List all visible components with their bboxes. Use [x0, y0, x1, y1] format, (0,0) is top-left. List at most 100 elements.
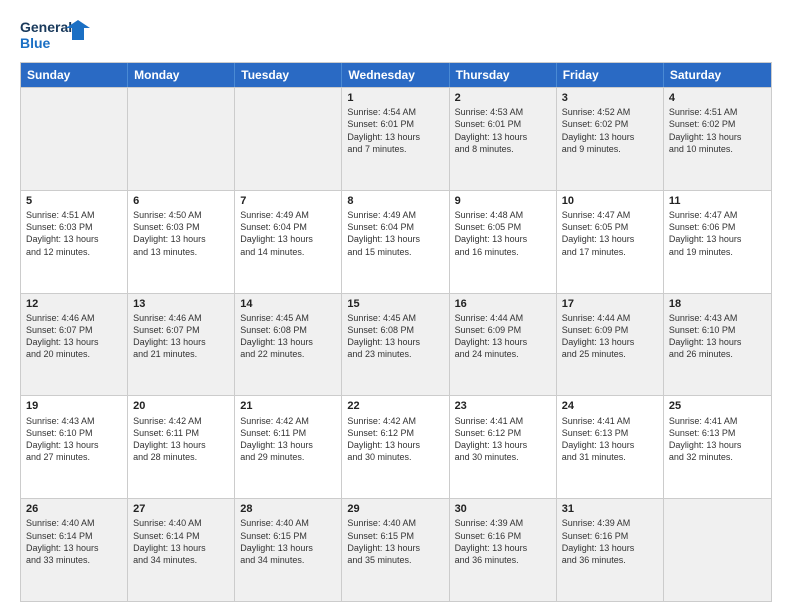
calendar-cell: 25 Sunrise: 4:41 AMSunset: 6:13 PMDayligh… — [664, 396, 771, 498]
day-number: 15 — [347, 297, 443, 311]
cell-info: Sunrise: 4:49 AMSunset: 6:04 PMDaylight:… — [240, 209, 336, 258]
calendar-cell: 11Sunrise: 4:47 AMSunset: 6:06 PMDayligh… — [664, 191, 771, 293]
day-number: 27 — [133, 502, 229, 516]
cell-info: Sunrise: 4:43 AMSunset: 6:10 PMDaylight:… — [26, 415, 122, 464]
calendar-cell: 16Sunrise: 4:44 AMSunset: 6:09 PMDayligh… — [450, 294, 557, 396]
day-number: 18 — [669, 297, 766, 311]
svg-text:General: General — [20, 19, 72, 35]
day-number: 16 — [455, 297, 551, 311]
calendar-cell: 1Sunrise: 4:54 AMSunset: 6:01 PMDaylight… — [342, 88, 449, 190]
calendar-cell: 20 Sunrise: 4:42 AMSunset: 6:11 PMDayligh… — [128, 396, 235, 498]
day-number: 30 — [455, 502, 551, 516]
cell-info: Sunrise: 4:46 AMSunset: 6:07 PMDaylight:… — [26, 312, 122, 361]
calendar-cell: 13Sunrise: 4:46 AMSunset: 6:07 PMDayligh… — [128, 294, 235, 396]
day-number: 24 — [562, 399, 658, 413]
weekday-header: Tuesday — [235, 63, 342, 87]
day-number: 10 — [562, 194, 658, 208]
weekday-header: Thursday — [450, 63, 557, 87]
calendar-cell: 22Sunrise: 4:42 AMSunset: 6:12 PMDayligh… — [342, 396, 449, 498]
calendar-cell: 14Sunrise: 4:45 AMSunset: 6:08 PMDayligh… — [235, 294, 342, 396]
calendar-cell: 19Sunrise: 4:43 AMSunset: 6:10 PMDayligh… — [21, 396, 128, 498]
cell-info: Sunrise: 4:41 AMSunset: 6:13 PMDaylight:… — [562, 415, 658, 464]
cell-info: Sunrise: 4:41 AMSunset: 6:12 PMDaylight:… — [455, 415, 551, 464]
day-number: 28 — [240, 502, 336, 516]
calendar-cell: 31Sunrise: 4:39 AMSunset: 6:16 PMDayligh… — [557, 499, 664, 601]
cell-info: Sunrise: 4:52 AMSunset: 6:02 PMDaylight:… — [562, 106, 658, 155]
weekday-header: Saturday — [664, 63, 771, 87]
day-number: 17 — [562, 297, 658, 311]
day-number: 21 — [240, 399, 336, 413]
calendar-cell: 12Sunrise: 4:46 AMSunset: 6:07 PMDayligh… — [21, 294, 128, 396]
calendar-cell: 26Sunrise: 4:40 AMSunset: 6:14 PMDayligh… — [21, 499, 128, 601]
day-number: 31 — [562, 502, 658, 516]
cell-info: Sunrise: 4:46 AMSunset: 6:07 PMDaylight:… — [133, 312, 229, 361]
day-number: 1 — [347, 91, 443, 105]
calendar-cell: 5Sunrise: 4:51 AMSunset: 6:03 PMDaylight… — [21, 191, 128, 293]
calendar-header: SundayMondayTuesdayWednesdayThursdayFrid… — [21, 63, 771, 87]
calendar-cell: 9Sunrise: 4:48 AMSunset: 6:05 PMDaylight… — [450, 191, 557, 293]
weekday-header: Friday — [557, 63, 664, 87]
calendar-cell: 3Sunrise: 4:52 AMSunset: 6:02 PMDaylight… — [557, 88, 664, 190]
cell-info: Sunrise: 4:47 AMSunset: 6:05 PMDaylight:… — [562, 209, 658, 258]
cell-info: Sunrise: 4:44 AMSunset: 6:09 PMDaylight:… — [455, 312, 551, 361]
day-number: 20 — [133, 399, 229, 413]
calendar-cell: 27Sunrise: 4:40 AMSunset: 6:14 PMDayligh… — [128, 499, 235, 601]
calendar-cell: 21Sunrise: 4:42 AMSunset: 6:11 PMDayligh… — [235, 396, 342, 498]
day-number: 9 — [455, 194, 551, 208]
calendar-cell — [128, 88, 235, 190]
cell-info: Sunrise: 4:43 AMSunset: 6:10 PMDaylight:… — [669, 312, 766, 361]
calendar-cell: 2Sunrise: 4:53 AMSunset: 6:01 PMDaylight… — [450, 88, 557, 190]
calendar-cell: 8Sunrise: 4:49 AMSunset: 6:04 PMDaylight… — [342, 191, 449, 293]
calendar-cell: 24 Sunrise: 4:41 AMSunset: 6:13 PMDayligh… — [557, 396, 664, 498]
calendar-row: 1Sunrise: 4:54 AMSunset: 6:01 PMDaylight… — [21, 87, 771, 190]
calendar-cell: 18Sunrise: 4:43 AMSunset: 6:10 PMDayligh… — [664, 294, 771, 396]
day-number: 25 — [669, 399, 766, 413]
cell-info: Sunrise: 4:40 AMSunset: 6:15 PMDaylight:… — [240, 517, 336, 566]
calendar-cell: 28Sunrise: 4:40 AMSunset: 6:15 PMDayligh… — [235, 499, 342, 601]
cell-info: Sunrise: 4:42 AMSunset: 6:11 PMDaylight:… — [133, 415, 229, 464]
day-number: 12 — [26, 297, 122, 311]
day-number: 26 — [26, 502, 122, 516]
cell-info: Sunrise: 4:40 AMSunset: 6:15 PMDaylight:… — [347, 517, 443, 566]
cell-info: Sunrise: 4:54 AMSunset: 6:01 PMDaylight:… — [347, 106, 443, 155]
calendar-row: 26Sunrise: 4:40 AMSunset: 6:14 PMDayligh… — [21, 498, 771, 601]
day-number: 2 — [455, 91, 551, 105]
cell-info: Sunrise: 4:41 AMSunset: 6:13 PMDaylight:… — [669, 415, 766, 464]
cell-info: Sunrise: 4:48 AMSunset: 6:05 PMDaylight:… — [455, 209, 551, 258]
day-number: 7 — [240, 194, 336, 208]
calendar: SundayMondayTuesdayWednesdayThursdayFrid… — [20, 62, 772, 602]
calendar-row: 5Sunrise: 4:51 AMSunset: 6:03 PMDaylight… — [21, 190, 771, 293]
calendar-cell: 6Sunrise: 4:50 AMSunset: 6:03 PMDaylight… — [128, 191, 235, 293]
cell-info: Sunrise: 4:51 AMSunset: 6:02 PMDaylight:… — [669, 106, 766, 155]
day-number: 3 — [562, 91, 658, 105]
weekday-header: Monday — [128, 63, 235, 87]
weekday-header: Sunday — [21, 63, 128, 87]
calendar-cell — [21, 88, 128, 190]
day-number: 29 — [347, 502, 443, 516]
cell-info: Sunrise: 4:40 AMSunset: 6:14 PMDaylight:… — [133, 517, 229, 566]
day-number: 4 — [669, 91, 766, 105]
calendar-cell: 23 Sunrise: 4:41 AMSunset: 6:12 PMDayligh… — [450, 396, 557, 498]
calendar-body: 1Sunrise: 4:54 AMSunset: 6:01 PMDaylight… — [21, 87, 771, 601]
day-number: 11 — [669, 194, 766, 208]
cell-info: Sunrise: 4:45 AMSunset: 6:08 PMDaylight:… — [240, 312, 336, 361]
svg-text:Blue: Blue — [20, 35, 51, 51]
calendar-cell: 17Sunrise: 4:44 AMSunset: 6:09 PMDayligh… — [557, 294, 664, 396]
logo-svg: General Blue — [20, 16, 92, 52]
cell-info: Sunrise: 4:45 AMSunset: 6:08 PMDaylight:… — [347, 312, 443, 361]
calendar-cell: 4Sunrise: 4:51 AMSunset: 6:02 PMDaylight… — [664, 88, 771, 190]
cell-info: Sunrise: 4:44 AMSunset: 6:09 PMDaylight:… — [562, 312, 658, 361]
day-number: 23 — [455, 399, 551, 413]
day-number: 5 — [26, 194, 122, 208]
calendar-cell: 7Sunrise: 4:49 AMSunset: 6:04 PMDaylight… — [235, 191, 342, 293]
day-number: 14 — [240, 297, 336, 311]
page: General Blue SundayMondayTuesdayWednesda… — [0, 0, 792, 612]
calendar-cell: 15Sunrise: 4:45 AMSunset: 6:08 PMDayligh… — [342, 294, 449, 396]
cell-info: Sunrise: 4:53 AMSunset: 6:01 PMDaylight:… — [455, 106, 551, 155]
cell-info: Sunrise: 4:49 AMSunset: 6:04 PMDaylight:… — [347, 209, 443, 258]
cell-info: Sunrise: 4:47 AMSunset: 6:06 PMDaylight:… — [669, 209, 766, 258]
cell-info: Sunrise: 4:39 AMSunset: 6:16 PMDaylight:… — [455, 517, 551, 566]
calendar-row: 19Sunrise: 4:43 AMSunset: 6:10 PMDayligh… — [21, 395, 771, 498]
cell-info: Sunrise: 4:40 AMSunset: 6:14 PMDaylight:… — [26, 517, 122, 566]
header: General Blue — [20, 16, 772, 52]
